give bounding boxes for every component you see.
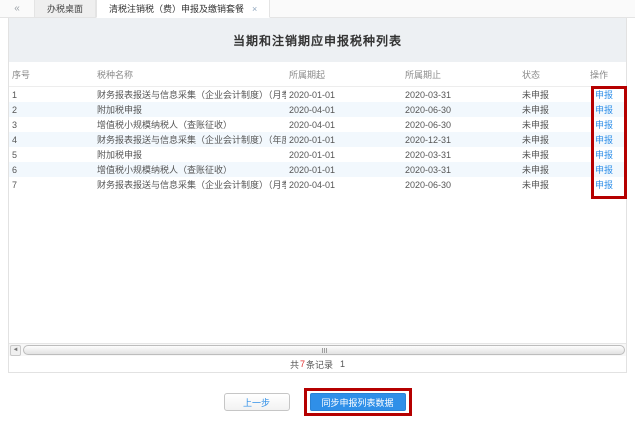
col-header-no: 序号	[9, 68, 94, 81]
row-tax-name: 附加税申报	[94, 148, 286, 161]
tab-clearance-package[interactable]: 清税注销税（费）申报及缴销套餐 ×	[96, 0, 270, 18]
row-status-badge: 未申报	[519, 148, 587, 161]
row-no: 5	[9, 150, 94, 160]
scroll-left-arrow-icon[interactable]: ◄	[10, 345, 21, 356]
tab-tax-desktop[interactable]: 办税桌面	[34, 0, 96, 17]
declare-link[interactable]: 申报	[587, 118, 626, 131]
table-row: 7 财务报表报送与信息采集（企业会计制度）（月季） 2020-04-01 202…	[9, 177, 626, 192]
row-no: 4	[9, 135, 94, 145]
row-no: 3	[9, 120, 94, 130]
table-empty-area	[9, 192, 626, 343]
declare-link[interactable]: 申报	[587, 88, 626, 101]
footer-actions: 上一步 同步申报列表数据	[0, 381, 635, 423]
scrollbar-grip-icon	[324, 348, 325, 353]
content-panel: 当期和注销期应申报税种列表 序号 税种名称 所属期起 所属期止 状态 操作 1 …	[8, 18, 627, 373]
row-period-end: 2020-06-30	[402, 120, 519, 130]
col-header-operation: 操作	[587, 68, 626, 81]
row-tax-name: 财务报表报送与信息采集（企业会计制度）（年度）	[94, 133, 286, 146]
row-period-start: 2020-04-01	[286, 120, 402, 130]
row-no: 7	[9, 180, 94, 190]
horizontal-scrollbar[interactable]: ◄	[9, 343, 626, 356]
col-header-status: 状态	[519, 68, 587, 81]
declare-link[interactable]: 申报	[587, 103, 626, 116]
close-tab-icon[interactable]: ×	[252, 4, 257, 14]
row-status-badge: 未申报	[519, 133, 587, 146]
row-status-badge: 未申报	[519, 163, 587, 176]
sync-button-highlight-box: 同步申报列表数据	[304, 388, 412, 416]
row-tax-name: 财务报表报送与信息采集（企业会计制度）（月季）	[94, 178, 286, 191]
collapse-tabs-icon[interactable]: «	[0, 0, 34, 17]
row-status-badge: 未申报	[519, 178, 587, 191]
table-row: 4 财务报表报送与信息采集（企业会计制度）（年度） 2020-01-01 202…	[9, 132, 626, 147]
col-header-period-start: 所属期起	[286, 68, 402, 81]
previous-step-button[interactable]: 上一步	[224, 393, 290, 411]
row-period-end: 2020-12-31	[402, 135, 519, 145]
row-period-end: 2020-06-30	[402, 180, 519, 190]
row-period-start: 2020-04-01	[286, 105, 402, 115]
record-count-number: 7	[300, 359, 305, 369]
row-status-badge: 未申报	[519, 118, 587, 131]
scrollbar-grip-icon	[326, 348, 327, 353]
row-period-end: 2020-03-31	[402, 90, 519, 100]
declare-link[interactable]: 申报	[587, 148, 626, 161]
row-no: 6	[9, 165, 94, 175]
row-period-start: 2020-01-01	[286, 150, 402, 160]
row-tax-name: 附加税申报	[94, 103, 286, 116]
declare-link[interactable]: 申报	[587, 178, 626, 191]
row-period-end: 2020-06-30	[402, 105, 519, 115]
scrollbar-grip-icon	[322, 348, 323, 353]
table-row: 2 附加税申报 2020-04-01 2020-06-30 未申报 申报	[9, 102, 626, 117]
row-tax-name: 增值税小规模纳税人（查账征收）	[94, 163, 286, 176]
row-period-start: 2020-04-01	[286, 180, 402, 190]
table-header-row: 序号 税种名称 所属期起 所属期止 状态 操作	[9, 62, 626, 87]
title-band: 当期和注销期应申报税种列表	[9, 18, 626, 62]
row-period-start: 2020-01-01	[286, 135, 402, 145]
row-no: 1	[9, 90, 94, 100]
table-body: 1 财务报表报送与信息采集（企业会计制度）（月季） 2020-01-01 202…	[9, 87, 626, 192]
table-row: 1 财务报表报送与信息采集（企业会计制度）（月季） 2020-01-01 202…	[9, 87, 626, 102]
table-row: 3 增值税小规模纳税人（查账征收） 2020-04-01 2020-06-30 …	[9, 117, 626, 132]
row-period-start: 2020-01-01	[286, 165, 402, 175]
row-period-end: 2020-03-31	[402, 165, 519, 175]
page-number[interactable]: 1	[340, 359, 345, 369]
row-tax-name: 增值税小规模纳税人（查账征收）	[94, 118, 286, 131]
table-row: 6 增值税小规模纳税人（查账征收） 2020-01-01 2020-03-31 …	[9, 162, 626, 177]
col-header-period-end: 所属期止	[402, 68, 519, 81]
row-status-badge: 未申报	[519, 88, 587, 101]
table-row: 5 附加税申报 2020-01-01 2020-03-31 未申报 申报	[9, 147, 626, 162]
scrollbar-thumb[interactable]	[23, 345, 625, 355]
row-status-badge: 未申报	[519, 103, 587, 116]
row-period-start: 2020-01-01	[286, 90, 402, 100]
record-count-prefix: 共	[290, 358, 299, 371]
row-tax-name: 财务报表报送与信息采集（企业会计制度）（月季）	[94, 88, 286, 101]
col-header-tax-name: 税种名称	[94, 68, 286, 81]
tab-clearance-package-label: 清税注销税（费）申报及缴销套餐	[109, 2, 244, 15]
page-title: 当期和注销期应申报税种列表	[233, 32, 402, 49]
tab-bar: « 办税桌面 清税注销税（费）申报及缴销套餐 ×	[0, 0, 635, 18]
declare-link[interactable]: 申报	[587, 163, 626, 176]
record-count-suffix: 条记录	[306, 358, 333, 371]
tab-tax-desktop-label: 办税桌面	[47, 2, 83, 15]
declare-link[interactable]: 申报	[587, 133, 626, 146]
row-no: 2	[9, 105, 94, 115]
row-period-end: 2020-03-31	[402, 150, 519, 160]
record-count: 共 7 条记录 1	[9, 356, 626, 372]
sync-declaration-list-button[interactable]: 同步申报列表数据	[310, 393, 406, 411]
